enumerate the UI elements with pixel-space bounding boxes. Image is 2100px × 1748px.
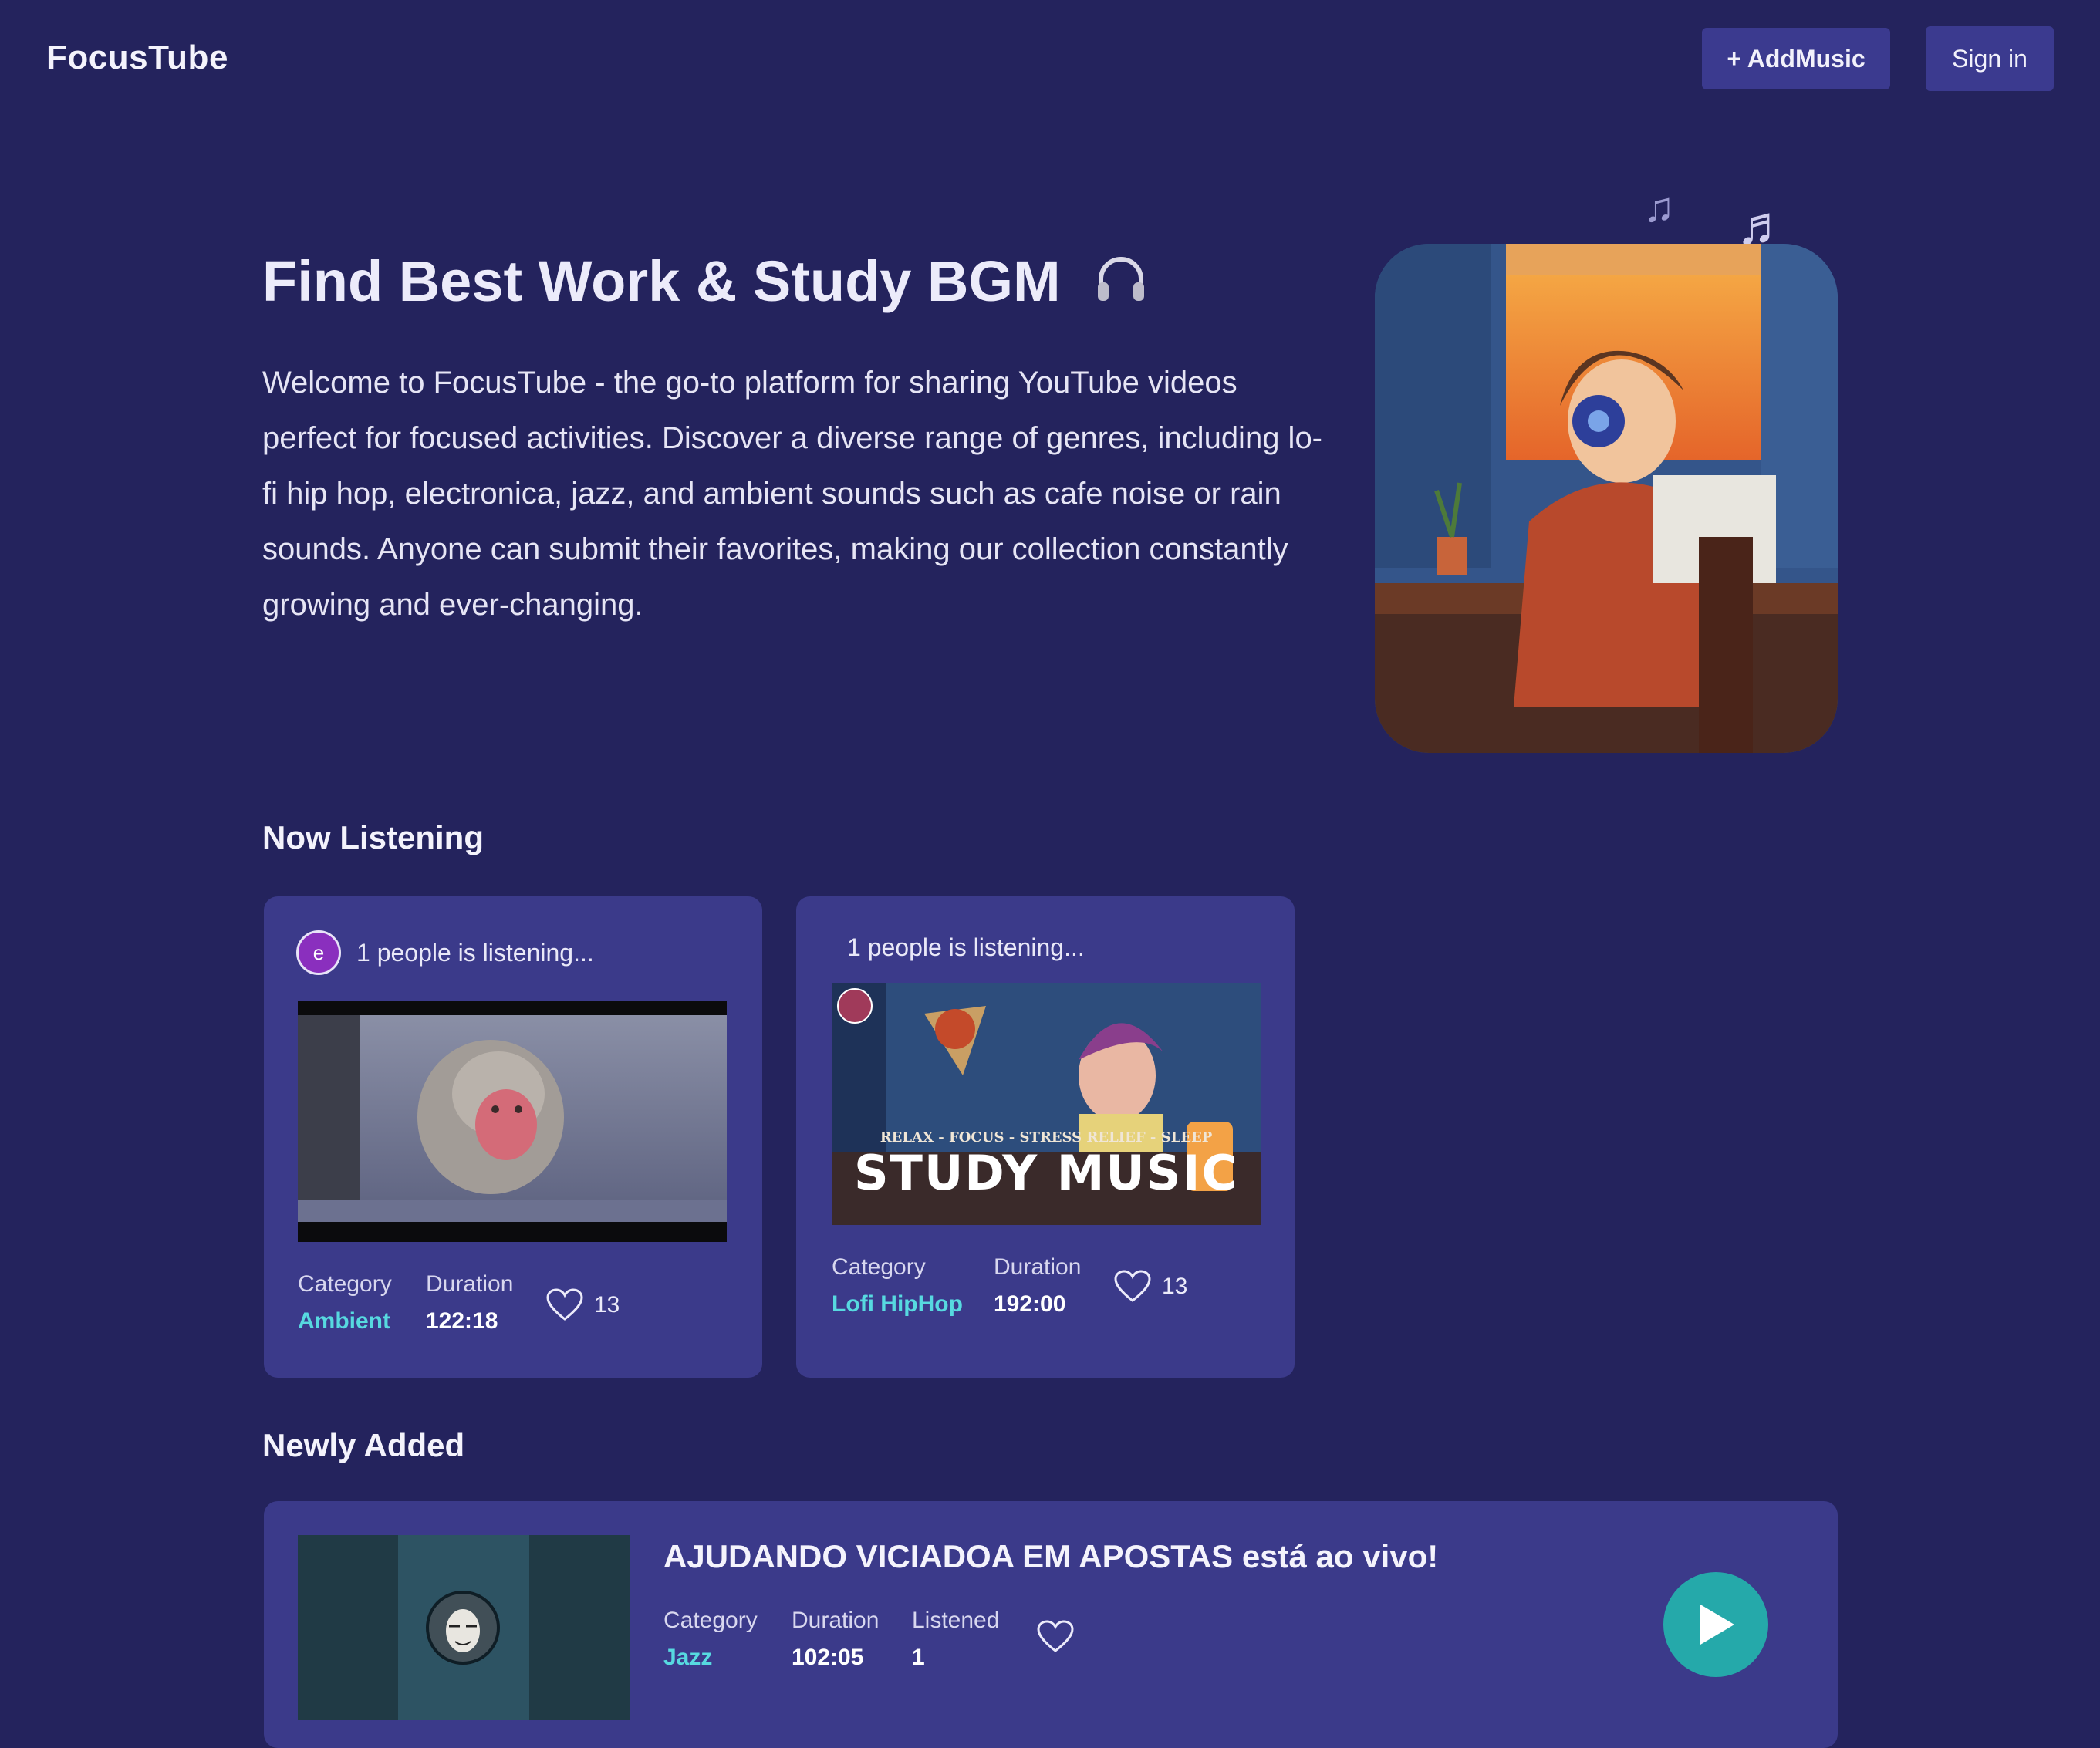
avatar[interactable]: e [296, 930, 341, 975]
duration-meta: Duration 122:18 [426, 1271, 513, 1335]
listened-label: Listened [912, 1608, 1000, 1633]
heart-icon[interactable] [1114, 1270, 1151, 1304]
like-count: 13 [594, 1292, 620, 1318]
thumbnail-title: STUDY MUSIC [854, 1145, 1238, 1201]
duration-meta: Duration 102:05 [792, 1608, 879, 1671]
category-value[interactable]: Lofi HipHop [832, 1291, 963, 1318]
category-label: Category [832, 1254, 926, 1280]
app-logo[interactable]: FocusTube [46, 39, 228, 77]
duration-value: 192:00 [994, 1291, 1066, 1317]
category-meta: Category Ambient [298, 1271, 392, 1335]
duration-meta: Duration 192:00 [994, 1254, 1081, 1318]
category-meta: Category Lofi HipHop [832, 1254, 963, 1318]
hero-description: Welcome to FocusTube - the go-to platfor… [262, 366, 1323, 622]
like-control[interactable] [1037, 1620, 1074, 1658]
hero-title-text: Find Best Work & Study BGM [262, 249, 1061, 313]
play-button[interactable] [1663, 1572, 1768, 1677]
heart-icon[interactable] [546, 1288, 583, 1322]
video-title[interactable]: AJUDANDO VICIADOA EM APOSTAS está ao viv… [663, 1538, 1438, 1575]
hero-illustration [1375, 244, 1838, 753]
duration-label: Duration [792, 1608, 880, 1633]
newly-added-heading: Newly Added [262, 1427, 465, 1463]
headphones-icon [1093, 251, 1149, 320]
video-thumbnail[interactable]: RELAX - FOCUS - STRESS RELIEF - SLEEP ST… [832, 983, 1261, 1225]
now-listening-heading: Now Listening [262, 819, 484, 855]
duration-value: 102:05 [792, 1645, 864, 1670]
listened-value: 1 [912, 1645, 925, 1670]
duration-value: 122:18 [426, 1308, 498, 1334]
play-icon [1700, 1605, 1734, 1645]
like-count: 13 [1162, 1274, 1188, 1299]
category-label: Category [298, 1271, 392, 1297]
category-label: Category [663, 1608, 758, 1633]
listened-meta: Listened 1 [912, 1608, 999, 1671]
listening-count: 1 people is listening... [847, 933, 1085, 961]
like-control[interactable]: 13 [1114, 1270, 1187, 1304]
category-value[interactable]: Ambient [298, 1308, 392, 1335]
heart-icon[interactable] [1037, 1620, 1074, 1654]
sign-in-button[interactable]: Sign in [1926, 26, 2054, 91]
now-listening-card[interactable]: 1 people is listening... RELAX - FOCUS -… [796, 896, 1295, 1378]
duration-label: Duration [426, 1271, 514, 1297]
music-note-icon: ♫ [1643, 184, 1675, 231]
category-meta: Category Jazz [663, 1608, 758, 1671]
category-value[interactable]: Jazz [663, 1645, 758, 1671]
hero-title: Find Best Work & Study BGM [262, 248, 1149, 320]
listening-status: 1 people is listening... [847, 933, 1085, 962]
add-music-button[interactable]: + AddMusic [1702, 28, 1890, 89]
thumbnail-subtitle: RELAX - FOCUS - STRESS RELIEF - SLEEP [880, 1129, 1213, 1146]
duration-label: Duration [994, 1254, 1082, 1280]
video-thumbnail[interactable] [298, 1535, 630, 1720]
video-thumbnail[interactable] [298, 1001, 727, 1242]
now-listening-card[interactable]: e 1 people is listening... Category Ambi… [264, 896, 762, 1378]
listening-count: 1 people is listening... [356, 938, 594, 967]
like-control[interactable]: 13 [546, 1288, 620, 1322]
listening-status: e 1 people is listening... [296, 930, 594, 975]
